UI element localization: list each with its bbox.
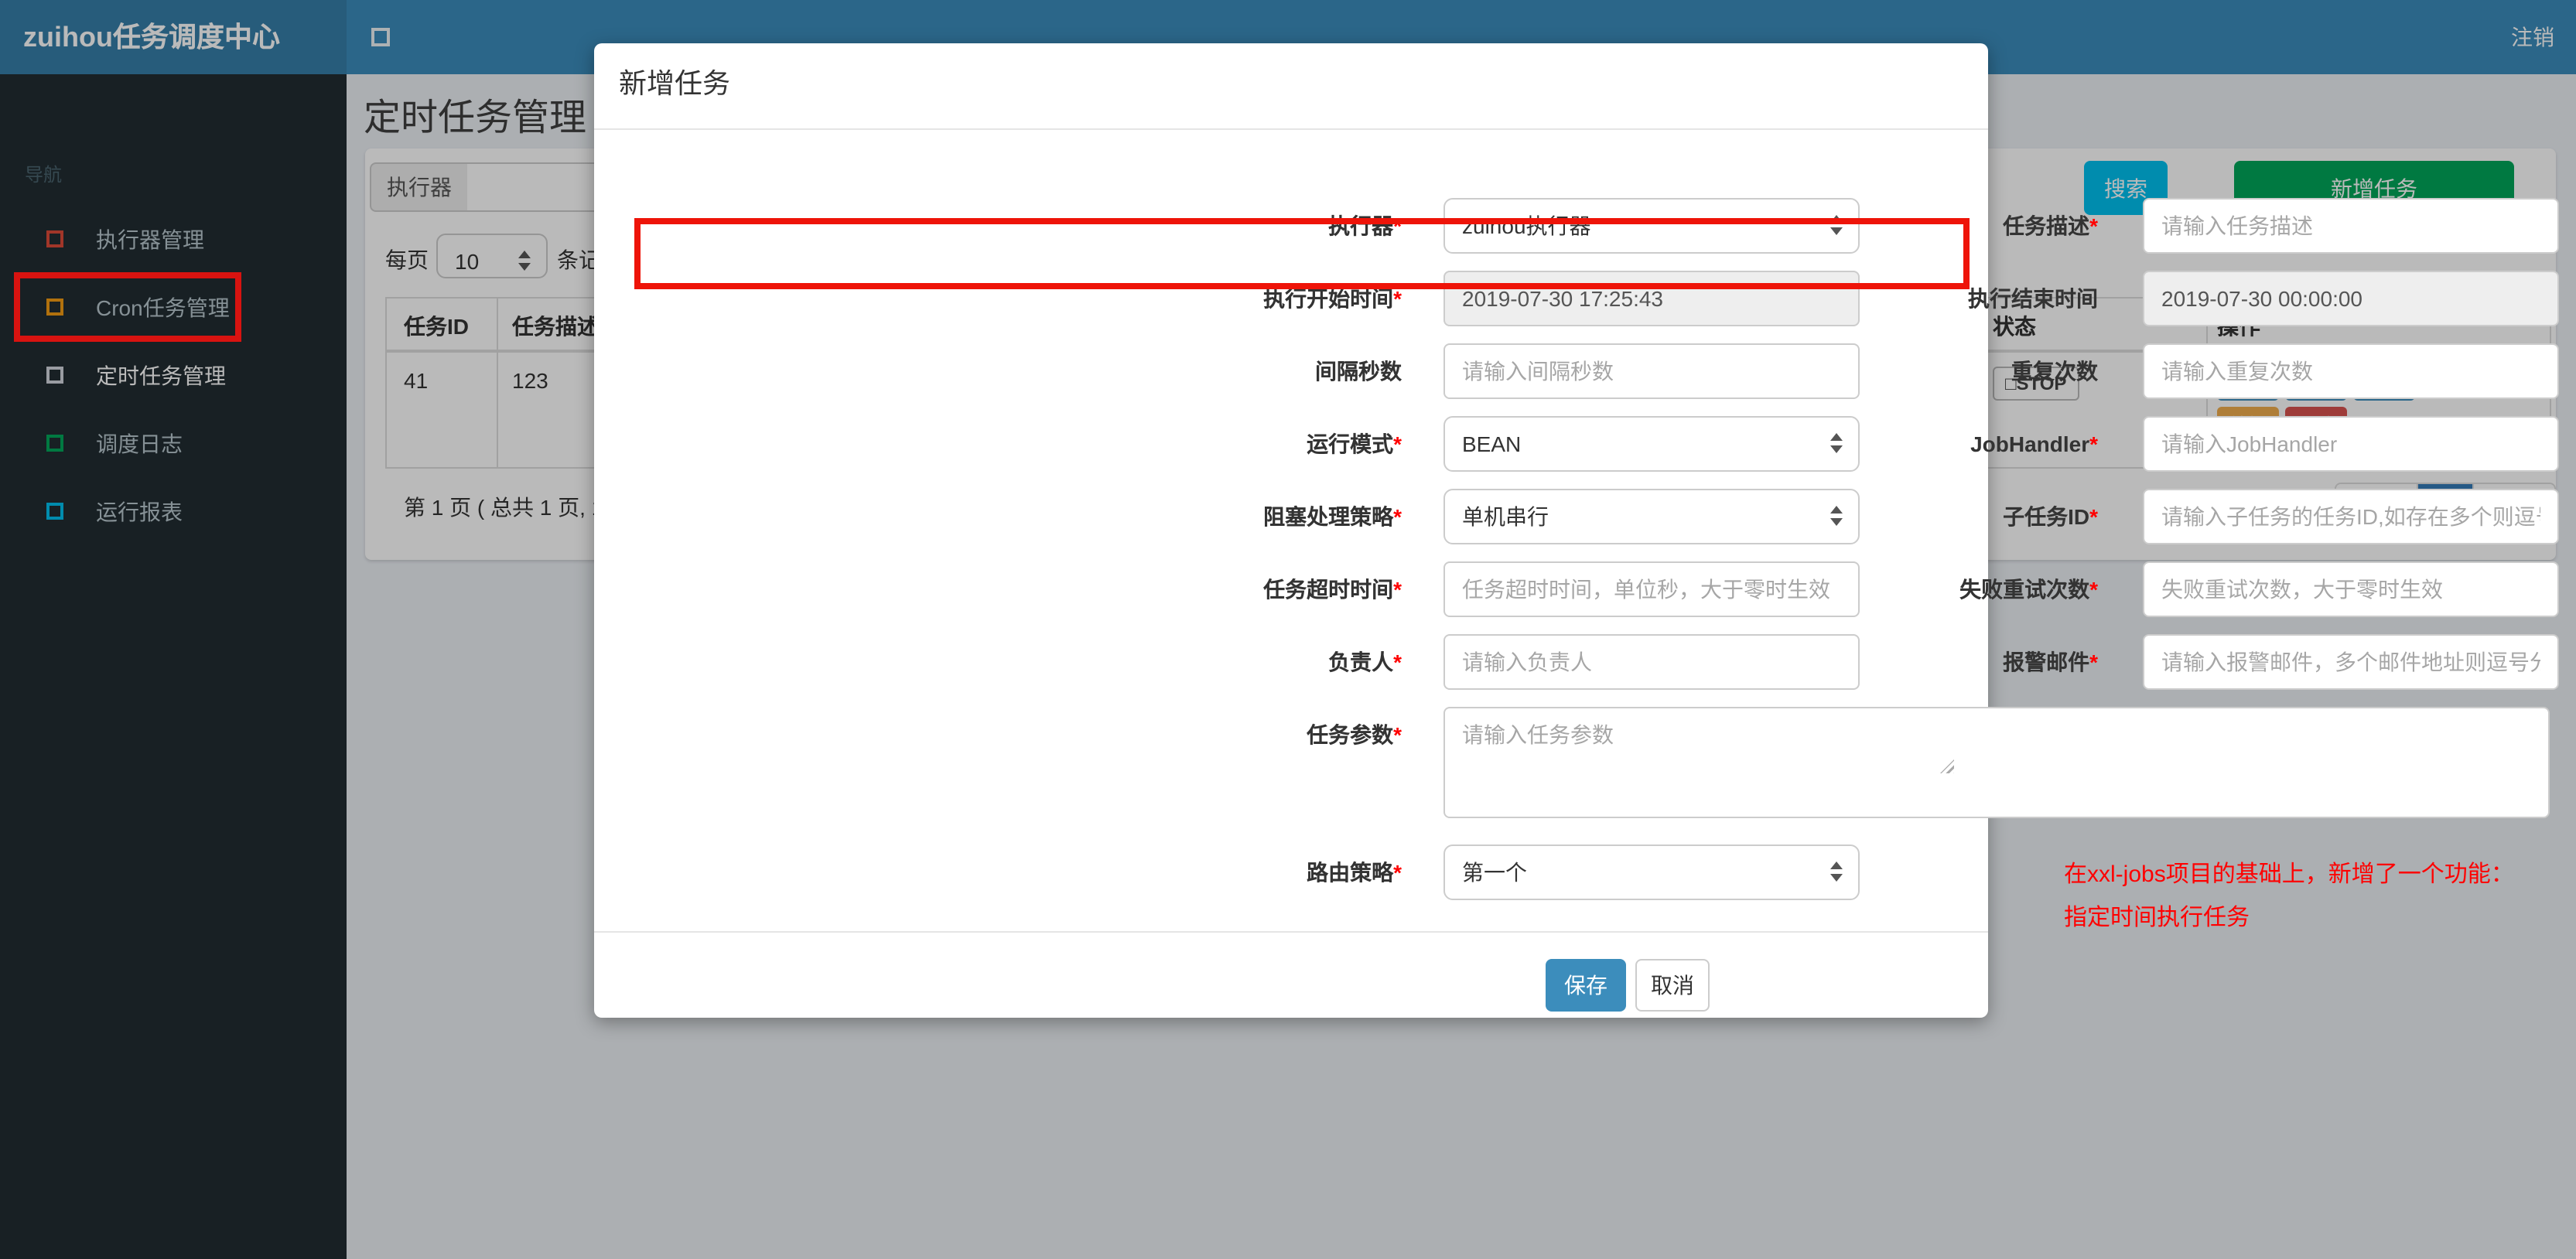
modal-title: 新增任务 <box>619 68 730 99</box>
field-label: 阻塞处理策略* <box>1263 504 1402 529</box>
field-label-task-params: 任务参数* <box>1307 722 1402 747</box>
task-params-textarea[interactable] <box>1443 707 2550 818</box>
field-input-R0[interactable] <box>2143 198 2559 254</box>
select-value: BEAN <box>1462 432 1522 456</box>
field-label: 重复次数 <box>2011 359 2098 384</box>
annotation-box-sidebar <box>14 272 241 342</box>
field-input-L6[interactable] <box>1443 634 1860 690</box>
modal-header-divider <box>594 128 1988 130</box>
route-strategy-select[interactable]: 第一个 <box>1443 844 1860 900</box>
field-readonly-R1[interactable] <box>2143 271 2559 326</box>
field-input-R5[interactable] <box>2143 561 2559 617</box>
field-label: 子任务ID* <box>2003 504 2098 529</box>
app-root: zuihou任务调度中心 注销 导航 执行器管理 Cron任务管理 定时任务管理 调度… <box>0 0 2576 1259</box>
field-label: JobHandler* <box>1970 432 2098 456</box>
field-label: 报警邮件* <box>2003 650 2098 674</box>
annotation-note: 在xxl-jobs项目的基础上，新增了一个功能： 指定时间执行任务 <box>2064 862 2514 931</box>
field-label-route-strategy: 路由策略* <box>1307 860 1402 885</box>
field-label: 负责人* <box>1328 650 1402 674</box>
cancel-button[interactable]: 取消 <box>1635 959 1710 1012</box>
field-label: 运行模式* <box>1307 432 1402 456</box>
add-task-modal: 新增任务 执行器*zuihou执行器执行开始时间*间隔秒数运行模式*BEAN阻塞… <box>594 43 2559 1018</box>
field-select-L3[interactable]: BEAN <box>1443 416 1860 472</box>
route-strategy-value: 第一个 <box>1462 860 1527 885</box>
field-input-L5[interactable] <box>1443 561 1860 617</box>
field-input-L2[interactable] <box>1443 343 1860 399</box>
field-label: 间隔秒数 <box>1315 359 1402 384</box>
field-input-R3[interactable] <box>2143 416 2559 472</box>
select-arrows-icon <box>1830 862 1843 882</box>
field-label: 任务超时时间* <box>1263 577 1402 602</box>
field-select-L4[interactable]: 单机串行 <box>1443 489 1860 544</box>
field-input-R4[interactable] <box>2143 489 2559 544</box>
select-arrows-icon <box>1830 506 1843 526</box>
field-label: 失败重试次数* <box>1959 577 2098 602</box>
select-arrows-icon <box>1830 433 1843 453</box>
field-input-R2[interactable] <box>2143 343 2559 399</box>
select-value: 单机串行 <box>1462 504 1549 529</box>
annotation-box-time-row <box>634 218 1970 289</box>
field-input-R6[interactable] <box>2143 634 2559 690</box>
save-button[interactable]: 保存 <box>1546 959 1626 1012</box>
modal-footer-divider <box>594 931 1988 933</box>
